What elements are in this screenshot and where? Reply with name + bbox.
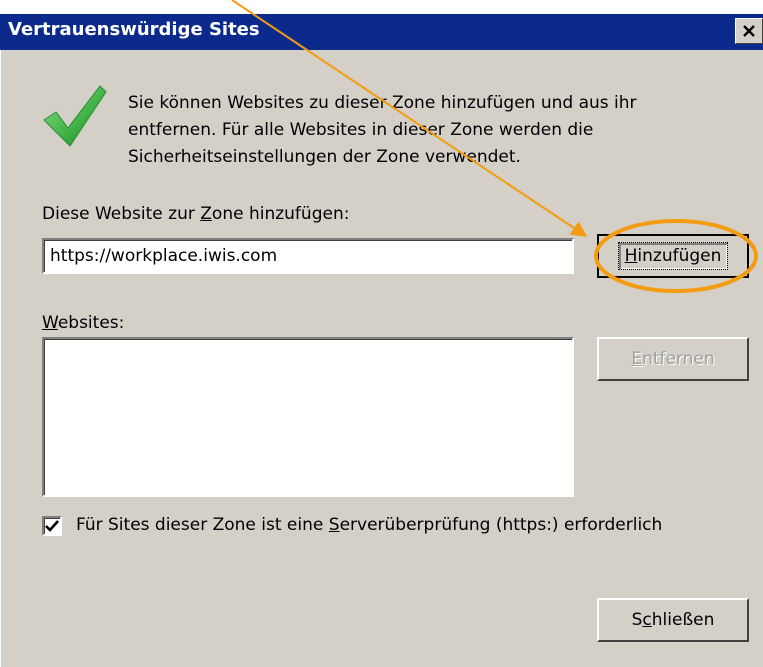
websites-label: Websites: <box>42 313 125 333</box>
website-url-input[interactable] <box>42 238 574 274</box>
checkbox-check-icon <box>45 520 59 532</box>
close-icon <box>743 25 755 37</box>
check-icon <box>43 85 107 147</box>
server-verification-label[interactable]: Für Sites dieser Zone ist eine Serverübe… <box>76 515 662 535</box>
zone-description: Sie können Websites zu dieser Zone hinzu… <box>128 93 637 167</box>
dialog-title: Vertrauenswürdige Sites <box>8 19 260 40</box>
websites-list[interactable] <box>42 337 574 497</box>
close-window-button[interactable] <box>735 18 763 44</box>
remove-button[interactable]: Entfernen <box>597 337 749 381</box>
title-bar: Vertrauenswürdige Sites <box>0 14 763 50</box>
add-website-label: Diese Website zur Zone hinzufügen: <box>42 204 350 224</box>
trusted-sites-dialog: Vertrauenswürdige Sites Sie können Websi… <box>0 0 763 667</box>
server-verification-checkbox[interactable] <box>42 516 62 536</box>
add-button[interactable]: Hinzufügen <box>597 234 749 278</box>
close-button[interactable]: Sc hließen <box>597 598 749 642</box>
